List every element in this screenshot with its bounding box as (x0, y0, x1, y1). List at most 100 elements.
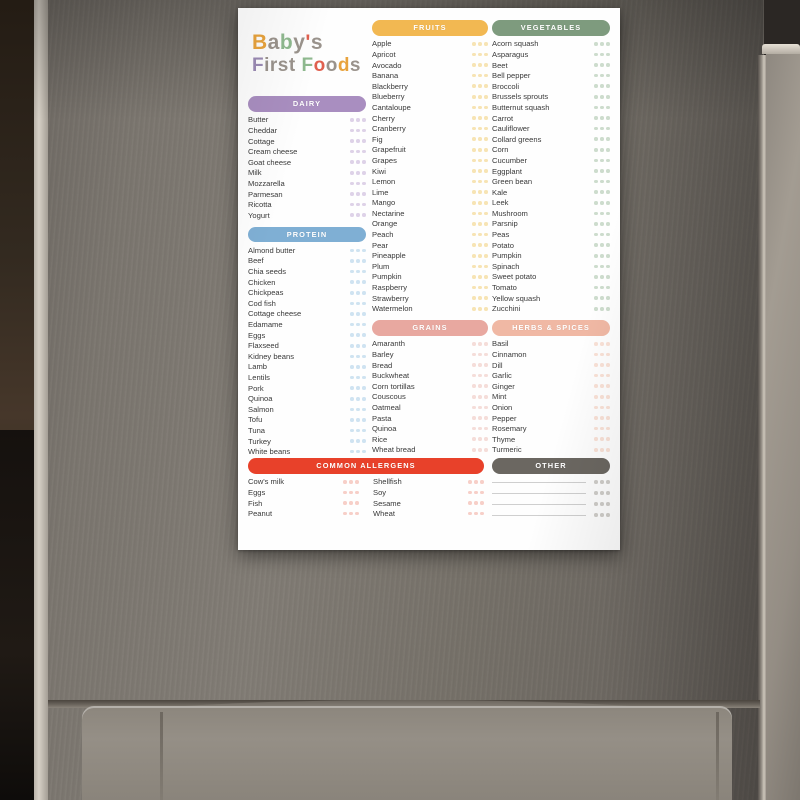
tracking-dot[interactable] (484, 52, 488, 57)
tracking-dots[interactable] (346, 428, 366, 433)
tracking-dot[interactable] (600, 513, 604, 517)
tracking-dots[interactable] (590, 275, 610, 279)
tracking-dot[interactable] (594, 52, 598, 57)
tracking-dot[interactable] (356, 301, 360, 306)
tracking-dots[interactable] (468, 363, 488, 367)
tracking-dot[interactable] (600, 84, 604, 89)
tracking-dots[interactable] (468, 285, 488, 290)
tracking-dot[interactable] (474, 490, 478, 495)
tracking-dot[interactable] (606, 264, 610, 269)
food-row[interactable]: Broccoli (492, 81, 610, 92)
tracking-dot[interactable] (594, 285, 598, 290)
food-row[interactable]: Beef (248, 256, 366, 267)
tracking-dots[interactable] (346, 248, 366, 253)
tracking-dot[interactable] (472, 73, 476, 78)
food-row[interactable]: Oatmeal (372, 402, 488, 413)
tracking-dot[interactable] (478, 211, 482, 216)
food-row[interactable]: Almond butter (248, 245, 366, 256)
tracking-dot[interactable] (478, 405, 482, 410)
tracking-dots[interactable] (339, 480, 359, 484)
tracking-dots[interactable] (590, 373, 610, 378)
tracking-dot[interactable] (356, 375, 360, 380)
tracking-dot[interactable] (606, 306, 610, 311)
tracking-dot[interactable] (600, 306, 604, 311)
food-row[interactable]: Cheddar (248, 125, 366, 136)
tracking-dot[interactable] (600, 232, 604, 237)
tracking-dot[interactable] (594, 232, 598, 237)
tracking-dot[interactable] (362, 322, 366, 327)
tracking-dot[interactable] (350, 290, 354, 295)
tracking-dot[interactable] (350, 428, 354, 433)
tracking-dots[interactable] (346, 312, 366, 316)
tracking-dot[interactable] (484, 384, 488, 389)
tracking-dot[interactable] (600, 405, 604, 410)
tracking-dot[interactable] (594, 437, 598, 442)
tracking-dot[interactable] (606, 137, 610, 142)
tracking-dot[interactable] (600, 491, 604, 495)
tracking-dot[interactable] (362, 449, 366, 454)
tracking-dot[interactable] (362, 439, 366, 443)
tracking-dot[interactable] (343, 490, 347, 495)
tracking-dot[interactable] (484, 253, 488, 258)
food-row[interactable]: Edamame (248, 319, 366, 330)
food-row[interactable]: Barley (372, 349, 488, 360)
tracking-dot[interactable] (356, 202, 360, 207)
food-row[interactable]: Pumpkin (372, 272, 488, 283)
tracking-dots[interactable] (590, 426, 610, 431)
tracking-dot[interactable] (478, 222, 482, 226)
tracking-dot[interactable] (355, 480, 359, 484)
tracking-dot[interactable] (600, 426, 604, 431)
tracking-dots[interactable] (339, 490, 359, 495)
tracking-dot[interactable] (478, 384, 482, 389)
food-row[interactable]: Corn tortillas (372, 381, 488, 392)
tracking-dot[interactable] (600, 179, 604, 184)
food-row[interactable]: Lentils (248, 372, 366, 383)
tracking-dot[interactable] (478, 158, 482, 163)
tracking-dot[interactable] (606, 222, 610, 226)
food-row[interactable]: Kidney beans (248, 351, 366, 362)
tracking-dot[interactable] (606, 342, 610, 346)
tracking-dots[interactable] (468, 190, 488, 194)
tracking-dots[interactable] (468, 84, 488, 89)
tracking-dot[interactable] (606, 502, 610, 506)
tracking-dot[interactable] (350, 333, 354, 337)
tracking-dot[interactable] (484, 95, 488, 99)
tracking-dot[interactable] (606, 296, 610, 300)
food-row[interactable]: Watermelon (372, 303, 488, 314)
tracking-dot[interactable] (478, 352, 482, 357)
tracking-dot[interactable] (356, 259, 360, 263)
tracking-dot[interactable] (355, 511, 359, 516)
tracking-dot[interactable] (594, 126, 598, 131)
tracking-dot[interactable] (600, 480, 604, 484)
food-row[interactable]: Peach (372, 229, 488, 240)
tracking-dot[interactable] (484, 306, 488, 311)
tracking-dot[interactable] (362, 343, 366, 348)
tracking-dot[interactable] (606, 395, 610, 399)
tracking-dot[interactable] (350, 181, 354, 186)
tracking-dot[interactable] (356, 171, 360, 175)
food-row[interactable]: Buckwheat (372, 370, 488, 381)
tracking-dot[interactable] (600, 342, 604, 346)
tracking-dots[interactable] (346, 160, 366, 165)
tracking-dot[interactable] (350, 375, 354, 380)
food-row[interactable]: Quinoa (372, 423, 488, 434)
tracking-dot[interactable] (484, 222, 488, 226)
food-row[interactable]: Lime (372, 187, 488, 198)
tracking-dot[interactable] (472, 179, 476, 184)
tracking-dot[interactable] (594, 105, 598, 110)
tracking-dots[interactable] (346, 128, 366, 133)
tracking-dot[interactable] (362, 192, 366, 196)
food-row[interactable]: Raspberry (372, 282, 488, 293)
tracking-dot[interactable] (600, 95, 604, 99)
food-row[interactable]: Cranberry (372, 123, 488, 134)
tracking-dot[interactable] (600, 116, 604, 120)
food-row[interactable]: Pork (248, 383, 366, 394)
food-row[interactable]: Pineapple (372, 250, 488, 261)
tracking-dot[interactable] (356, 118, 360, 122)
tracking-dots[interactable] (468, 373, 488, 378)
tracking-dot[interactable] (594, 384, 598, 389)
tracking-dots[interactable] (590, 169, 610, 173)
tracking-dots[interactable] (590, 513, 610, 517)
tracking-dot[interactable] (472, 169, 476, 173)
tracking-dot[interactable] (484, 395, 488, 399)
